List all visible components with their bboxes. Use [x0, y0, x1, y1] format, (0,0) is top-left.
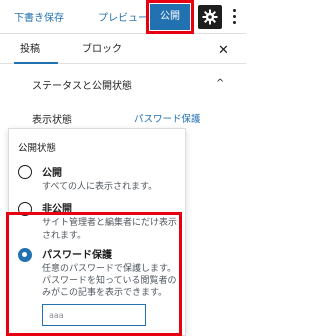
save-draft-button[interactable]: 下書き保存 — [14, 9, 64, 24]
sidebar-tabs: 投稿 ブロック ✕ — [0, 34, 246, 64]
option-public-label[interactable]: 公開 — [42, 164, 62, 179]
visibility-toggle-link[interactable]: パスワード保護 — [134, 111, 201, 125]
radio-password-protected[interactable] — [18, 248, 32, 262]
tab-post[interactable]: 投稿 — [20, 40, 40, 61]
option-password-label[interactable]: パスワード保護 — [42, 246, 112, 261]
status-panel-title[interactable]: ステータスと公開状態 — [32, 77, 132, 92]
more-options-button[interactable] — [230, 6, 238, 28]
chevron-up-icon[interactable]: ^ — [216, 78, 224, 89]
popover-heading: 公開状態 — [18, 143, 57, 154]
vertical-ellipsis-icon — [232, 9, 236, 12]
gear-icon — [202, 9, 218, 25]
radio-public[interactable] — [18, 165, 32, 179]
visibility-label: 表示状態 — [32, 115, 72, 126]
option-public-description: すべての人に表示されます。 — [42, 182, 158, 192]
tab-block[interactable]: ブロック — [82, 40, 122, 55]
editor-toolbar: 下書き保存 プレビュー 公開 — [0, 0, 246, 34]
settings-button[interactable] — [198, 5, 222, 29]
publish-button[interactable]: 公開 — [150, 4, 190, 30]
option-password-description-3: みがこの記事を表示できます。 — [42, 288, 168, 298]
tab-active-indicator — [14, 62, 58, 64]
password-input[interactable] — [42, 304, 146, 326]
close-icon[interactable]: ✕ — [218, 44, 229, 57]
preview-button[interactable]: プレビュー — [98, 9, 148, 24]
